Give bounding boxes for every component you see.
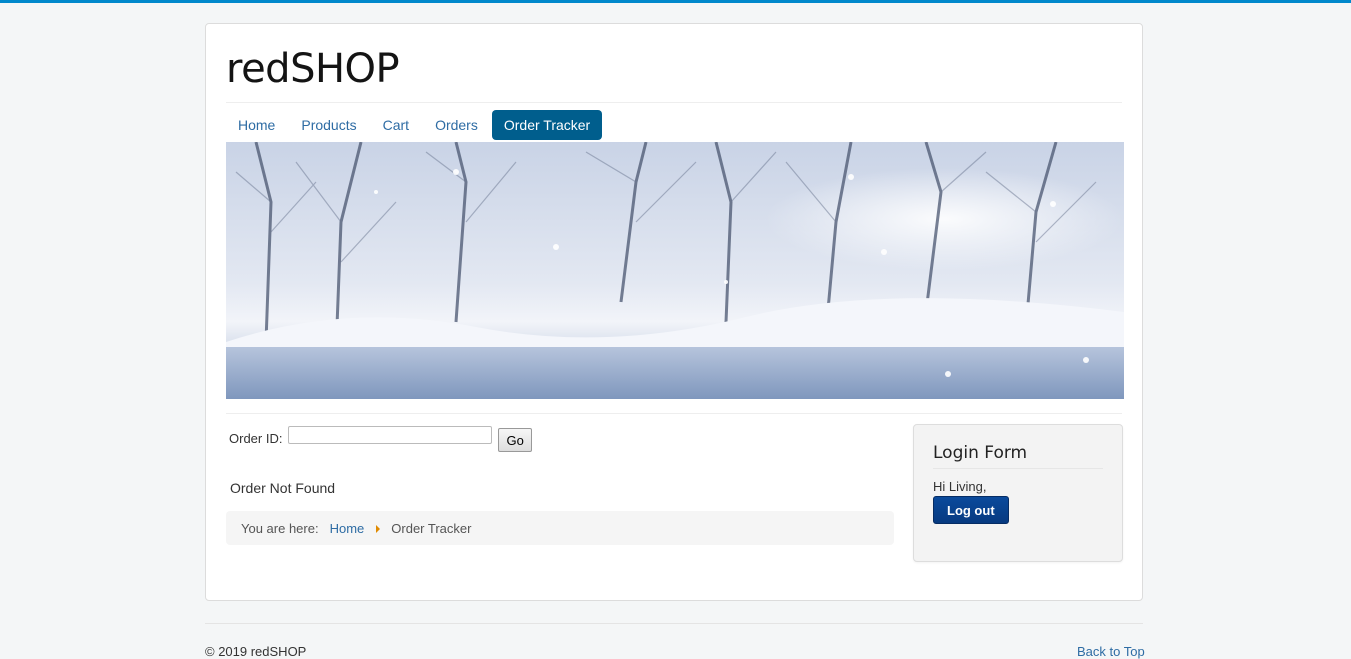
order-status-message: Order Not Found: [230, 480, 336, 496]
footer-divider: [205, 623, 1143, 624]
order-tracker-form: Order ID: Go: [229, 426, 532, 452]
breadcrumb-separator-icon: [376, 525, 381, 533]
order-id-label: Order ID:: [229, 430, 283, 446]
site-brand[interactable]: redSHOP: [226, 46, 400, 92]
login-form-module: Login Form Hi Living, Log out: [913, 424, 1123, 562]
header-divider: [226, 102, 1122, 103]
breadcrumb-current: Order Tracker: [391, 520, 472, 536]
go-button[interactable]: Go: [498, 428, 532, 452]
nav-item-order-tracker[interactable]: Order Tracker: [491, 110, 603, 140]
logout-button[interactable]: Log out: [933, 496, 1009, 524]
order-id-input[interactable]: [288, 426, 493, 444]
nav-item-products[interactable]: Products: [289, 110, 368, 140]
breadcrumb: You are here: Home Order Tracker: [226, 511, 894, 545]
login-form-title: Login Form: [933, 443, 1103, 469]
login-greeting: Hi Living,: [933, 479, 987, 494]
breadcrumb-home-link[interactable]: Home: [330, 521, 365, 536]
breadcrumb-prefix: You are here:: [241, 520, 319, 536]
nav-item-cart[interactable]: Cart: [371, 110, 421, 140]
nav-item-home[interactable]: Home: [226, 110, 287, 140]
content-divider: [226, 413, 1122, 414]
nav-item-orders[interactable]: Orders: [423, 110, 490, 140]
main-nav: Home Products Cart Orders Order Tracker: [226, 110, 603, 140]
winter-banner-image: [226, 142, 1124, 399]
page-container: redSHOP Home Products Cart Orders Order …: [205, 23, 1143, 601]
